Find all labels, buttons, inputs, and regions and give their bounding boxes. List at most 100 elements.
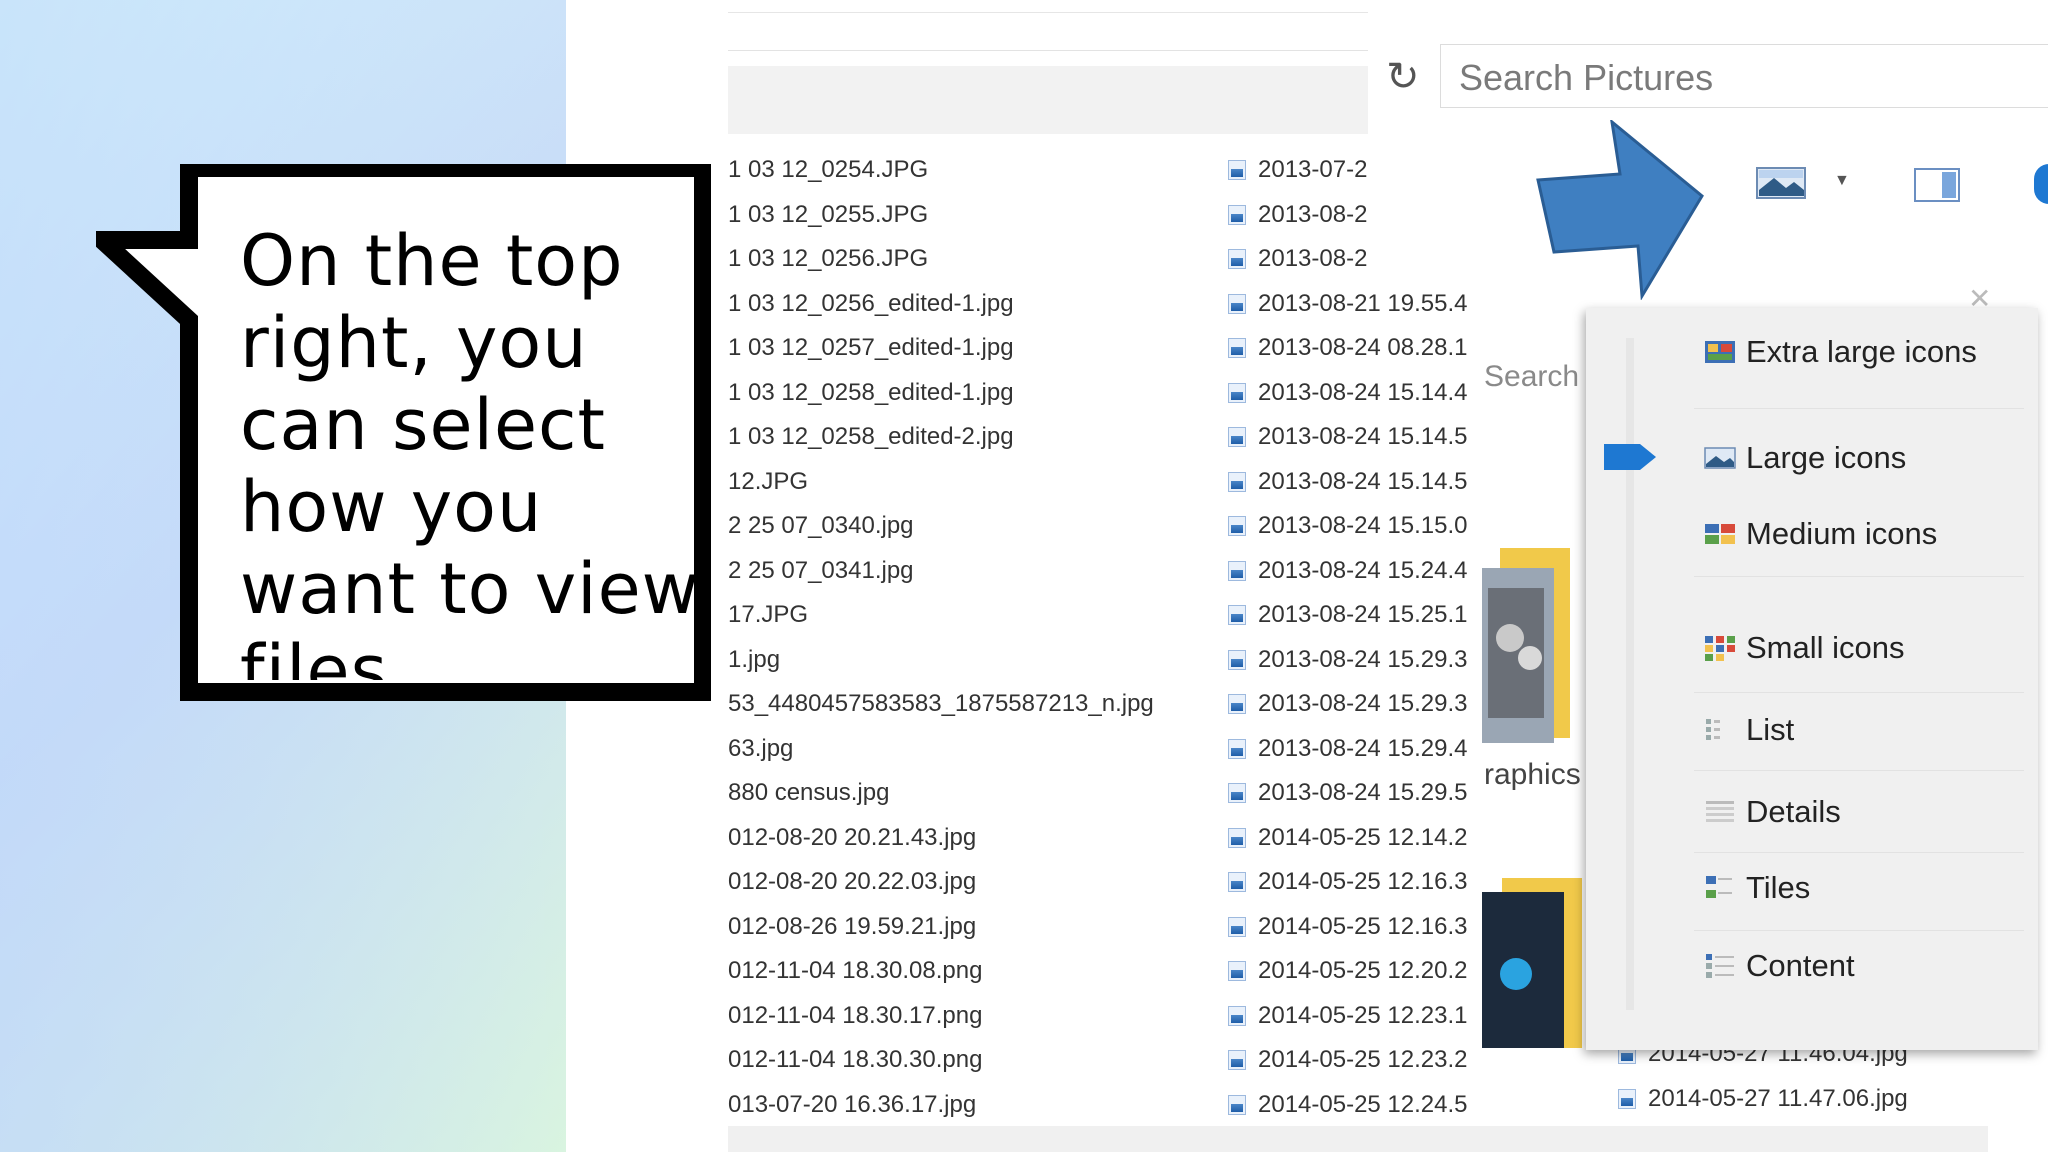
file-item[interactable]: 2014-05-25 12.14.22 <box>1228 816 1468 861</box>
image-file-icon <box>1228 516 1246 537</box>
large-icons-icon <box>1704 447 1736 469</box>
image-file-icon <box>1228 694 1246 715</box>
file-item[interactable]: 2013-08-2 <box>1228 237 1468 282</box>
search-placeholder: Search Pictures <box>1459 57 1714 98</box>
menu-item-label: Medium icons <box>1746 516 1938 551</box>
file-column-a: 1 03 12_0254.JPG 1 03 12_0255.JPG 1 03 12_… <box>728 148 1208 1127</box>
file-item[interactable]: 2013-08-24 15.14.54 <box>1228 460 1468 505</box>
change-view-icon[interactable] <box>1756 164 1808 204</box>
file-name: 1 03 12_0254.JPG <box>728 156 929 184</box>
image-file-icon <box>1228 1050 1246 1071</box>
help-icon[interactable] <box>2034 164 2048 204</box>
menu-item-list[interactable]: List <box>1704 712 1794 748</box>
file-item[interactable]: 1 03 12_0258_edited-1.jpg <box>728 371 1208 416</box>
menu-item-label: Content <box>1746 948 1855 983</box>
file-item[interactable]: 2014-05-25 12.16.32 <box>1228 905 1468 950</box>
file-name: 1 03 12_0257_edited-1.jpg <box>728 334 1014 362</box>
file-item[interactable]: 013-07-20 16.36.17.jpg <box>728 1083 1208 1128</box>
file-name: 2013-08-24 15.24.40 <box>1258 556 1468 584</box>
file-item[interactable]: 2013-08-24 08.28.13 <box>1228 326 1468 371</box>
file-item[interactable]: 2013-08-24 15.29.31 <box>1228 638 1468 683</box>
file-name: 2013-08-24 15.25.18 <box>1258 601 1468 629</box>
file-item[interactable]: 2013-08-24 15.29.40 <box>1228 727 1468 772</box>
divider <box>1694 770 2024 771</box>
file-item[interactable]: 63.jpg <box>728 727 1208 772</box>
image-file-icon <box>1228 249 1246 270</box>
file-item[interactable]: 2013-08-24 15.24.40 <box>1228 549 1468 594</box>
file-item[interactable]: 012-11-04 18.30.08.png <box>728 949 1208 994</box>
file-item[interactable]: 2014-05-25 12.23.23.jpg <box>1228 1038 1468 1083</box>
file-name: 1.jpg <box>728 645 781 673</box>
file-item[interactable]: 53_4480457583583_1875587213_n.jpg <box>728 682 1208 727</box>
folder-thumbnail[interactable] <box>1482 878 1582 1048</box>
menu-item-medium-icons[interactable]: Medium icons <box>1704 516 1937 552</box>
file-item[interactable]: 2013-08-24 15.25.18 <box>1228 593 1468 638</box>
file-item[interactable]: 012-11-04 18.30.17.png <box>728 994 1208 1039</box>
file-item[interactable]: 2013-08-24 15.14.51 <box>1228 415 1468 460</box>
file-name: 2013-08-24 15.14.46 <box>1258 378 1468 406</box>
file-name: 2013-08-24 15.15.02 <box>1258 512 1468 540</box>
file-item[interactable]: 2014-05-25 12.23.18 <box>1228 994 1468 1039</box>
image-file-icon <box>1228 605 1246 626</box>
file-item[interactable]: 1 03 12_0257_edited-1.jpg <box>728 326 1208 371</box>
file-item[interactable]: 2013-08-24 15.29.34 <box>1228 682 1468 727</box>
file-name: 2013-08-2 <box>1258 200 1368 228</box>
divider <box>728 50 1368 51</box>
extra-large-icons-icon <box>1705 341 1735 363</box>
refresh-icon[interactable]: ↻ <box>1386 52 1426 102</box>
file-item[interactable]: 2013-08-2 <box>1228 193 1468 238</box>
menu-item-details[interactable]: Details <box>1704 794 1841 830</box>
menu-item-large-icons[interactable]: Large icons <box>1704 440 1906 476</box>
file-item[interactable]: 012-08-20 20.22.03.jpg <box>728 860 1208 905</box>
menu-item-small-icons[interactable]: Small icons <box>1704 630 1905 666</box>
image-file-icon <box>1228 471 1246 492</box>
file-item[interactable]: 2013-08-21 19.55.42 <box>1228 282 1468 327</box>
file-name: 012-11-04 18.30.08.png <box>728 957 983 985</box>
folder-thumbnail[interactable] <box>1482 548 1582 748</box>
file-item[interactable]: 2014-05-27 11.47.06.jpg <box>1618 1077 2038 1122</box>
file-item[interactable]: 2014-05-25 12.16.30 <box>1228 860 1468 905</box>
file-item[interactable]: 2014-05-25 12.20.27 <box>1228 949 1468 994</box>
file-item[interactable]: 17.JPG <box>728 593 1208 638</box>
file-item[interactable]: 1.jpg <box>728 638 1208 683</box>
file-item[interactable]: 2 25 07_0340.jpg <box>728 504 1208 549</box>
menu-item-content[interactable]: Content <box>1704 948 1855 984</box>
menu-item-extra-large-icons[interactable]: Extra large icons <box>1704 334 1977 370</box>
menu-item-tiles[interactable]: Tiles <box>1704 870 1810 906</box>
file-item[interactable]: 1 03 12_0255.JPG <box>728 193 1208 238</box>
chevron-down-icon[interactable]: ▼ <box>1834 172 1850 190</box>
file-item[interactable]: 012-08-26 19.59.21.jpg <box>728 905 1208 950</box>
search-input[interactable]: Search Pictures <box>1440 44 2048 108</box>
column-header-bar <box>728 66 1368 134</box>
file-item[interactable]: 1 03 12_0254.JPG <box>728 148 1208 193</box>
file-item[interactable]: 012-11-04 18.30.30.png <box>728 1038 1208 1083</box>
file-name: 63.jpg <box>728 734 794 762</box>
divider <box>728 12 1368 13</box>
address-toolbar: ↻ Search Pictures <box>1368 40 2048 116</box>
file-name: 53_4480457583583_1875587213_n.jpg <box>728 690 1154 718</box>
file-name: 2013-08-24 15.14.51 <box>1258 423 1468 451</box>
file-item[interactable]: 2013-08-24 15.15.02 <box>1228 504 1468 549</box>
view-size-slider[interactable] <box>1626 338 1634 1010</box>
file-item[interactable]: 1 03 12_0256_edited-1.jpg <box>728 282 1208 327</box>
file-item[interactable]: 012-08-20 20.21.43.jpg <box>728 816 1208 861</box>
bubble-text: On the top right, you can select how you… <box>240 220 700 680</box>
divider <box>1694 692 2024 693</box>
file-item[interactable]: 2013-08-24 15.29.50 <box>1228 771 1468 816</box>
image-file-icon <box>1228 160 1246 181</box>
file-item[interactable]: 1 03 12_0256.JPG <box>728 237 1208 282</box>
file-item[interactable]: 2013-07-2 <box>1228 148 1468 193</box>
file-item[interactable]: 2 25 07_0341.jpg <box>728 549 1208 594</box>
file-name: 012-08-20 20.22.03.jpg <box>728 868 977 896</box>
file-item[interactable]: 880 census.jpg <box>728 771 1208 816</box>
file-item[interactable]: 2013-08-24 15.14.46 <box>1228 371 1468 416</box>
file-item[interactable]: 1 03 12_0258_edited-2.jpg <box>728 415 1208 460</box>
image-file-icon <box>1228 382 1246 403</box>
preview-pane-icon[interactable] <box>1914 168 1960 202</box>
file-name: 2013-08-24 15.29.34 <box>1258 690 1468 718</box>
file-item[interactable]: 2014-05-25 12.24.52.jpg <box>1228 1083 1468 1128</box>
file-item[interactable]: 12.JPG <box>728 460 1208 505</box>
file-name: 17.JPG <box>728 601 809 629</box>
horizontal-scrollbar[interactable] <box>728 1126 1988 1152</box>
slider-thumb[interactable] <box>1604 444 1656 470</box>
